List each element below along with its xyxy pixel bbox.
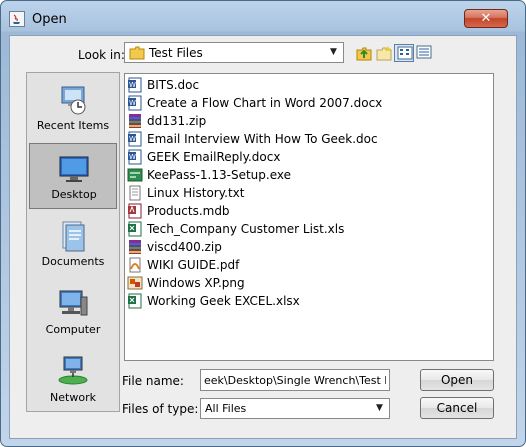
svg-text:W: W [129,99,136,107]
word-document-icon: W [128,131,142,147]
place-label: Network [50,391,96,404]
list-item[interactable]: W BITS.doc [127,76,487,94]
excel-document-icon [128,221,142,237]
file-name-label: File name: [122,374,184,388]
place-label: Recent Items [36,119,110,132]
open-dialog: Open ✕ Look in: Test Files ▼ Recent Item… [0,0,526,447]
list-item[interactable]: KeePass-1.13-Setup.exe [127,166,487,184]
file-name-input[interactable] [201,370,389,390]
details-view-icon [416,45,432,59]
window-title: Open [32,12,67,27]
word-document-icon: W [128,77,142,93]
place-recent-items[interactable]: Recent Items [29,75,117,141]
places-bar: Recent Items Desktop Documents Computer … [26,72,120,412]
folder-icon [129,46,145,60]
list-view-icon [397,46,413,60]
executable-icon [127,168,143,182]
look-in-value: Test Files [149,46,203,60]
text-file-icon [129,185,141,201]
java-app-icon [9,11,25,27]
svg-text:W: W [129,153,136,161]
computer-icon [59,290,88,316]
files-of-type-combo[interactable]: All Files ▼ [200,398,390,419]
list-item[interactable]: Tech_Company Customer List.xls [127,220,487,238]
pdf-document-icon [129,257,141,273]
list-item[interactable]: W Email Interview With How To Geek.doc [127,130,487,148]
place-desktop[interactable]: Desktop [29,143,117,209]
place-documents[interactable]: Documents [29,211,117,277]
network-icon [58,356,88,385]
list-view-button[interactable] [394,44,414,62]
chevron-down-icon[interactable]: ▼ [372,401,387,416]
title-bar[interactable]: Open ✕ [1,1,525,35]
image-file-icon [127,276,143,290]
documents-icon [62,221,85,252]
list-item[interactable]: Linux History.txt [127,184,487,202]
file-list[interactable]: W BITS.doc W Create a Flow Chart in Word… [124,73,494,361]
chevron-down-icon[interactable]: ▼ [326,45,341,60]
zip-archive-icon [129,240,141,254]
close-button[interactable]: ✕ [464,9,508,28]
look-in-combo[interactable]: Test Files ▼ [124,42,344,63]
list-item[interactable]: W GEEK EmailReply.docx [127,148,487,166]
list-item[interactable]: dd131.zip [127,112,487,130]
look-in-label: Look in: [78,48,125,62]
dialog-body: Look in: Test Files ▼ Recent Items Deskt… [9,35,517,439]
place-label: Documents [41,255,105,268]
svg-text:W: W [129,81,136,89]
place-network[interactable]: Network [29,347,117,413]
details-view-button[interactable] [414,44,434,62]
list-item[interactable]: Windows XP.png [127,274,487,292]
zip-archive-icon [129,114,141,128]
place-label: Computer [45,323,101,336]
list-item[interactable]: W Create a Flow Chart in Word 2007.docx [127,94,487,112]
files-of-type-value: All Files [205,402,247,415]
up-one-level-icon [356,47,372,61]
list-item[interactable]: WIKI GUIDE.pdf [127,256,487,274]
open-button[interactable]: Open [420,369,494,391]
list-item[interactable]: Working Geek EXCEL.xlsx [127,292,487,310]
svg-text:W: W [129,135,136,143]
desktop-icon [59,156,89,182]
new-folder-icon [376,46,392,61]
place-computer[interactable]: Computer [29,279,117,345]
new-folder-button[interactable] [374,44,394,62]
up-one-level-button[interactable] [354,44,374,62]
file-name-field-box[interactable] [200,369,390,391]
word-document-icon: W [128,149,142,165]
recent-items-icon [61,86,86,115]
word-document-icon: W [128,95,142,111]
list-item[interactable]: Products.mdb [127,202,487,220]
files-of-type-label: Files of type: [122,402,199,416]
access-database-icon [128,203,142,219]
list-item[interactable]: viscd400.zip [127,238,487,256]
excel-document-icon [128,293,142,309]
cancel-button[interactable]: Cancel [420,397,494,419]
place-label: Desktop [51,188,97,201]
